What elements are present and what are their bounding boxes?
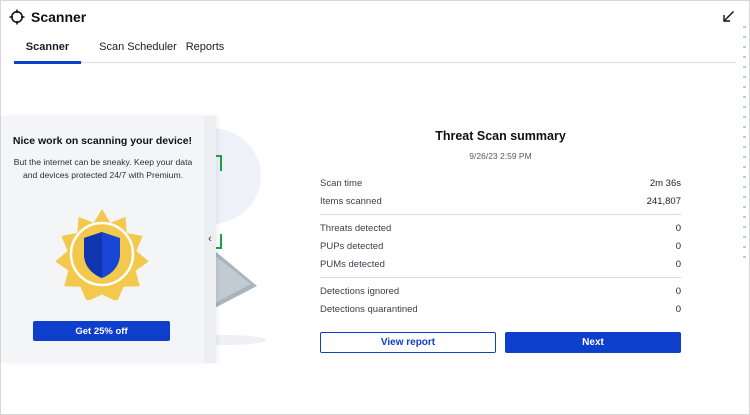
summary-row-pups: PUPs detected 0 — [320, 241, 681, 255]
chevron-left-icon: ‹ — [208, 233, 212, 245]
divider — [320, 277, 681, 278]
tab-label: Scanner — [25, 41, 70, 53]
summary-row-pums: PUMs detected 0 — [320, 259, 681, 273]
tab-label: Scan Scheduler — [99, 41, 177, 53]
tab-scanner[interactable]: Scanner — [14, 41, 81, 64]
crosshair-icon — [9, 9, 25, 25]
summary-date: 9/26/23 2:59 PM — [469, 151, 532, 161]
scrollbar[interactable] — [743, 26, 747, 266]
summary-row-quarantined: Detections quarantined 0 — [320, 304, 681, 318]
row-label: Detections quarantined — [320, 304, 418, 315]
row-label: PUMs detected — [320, 259, 385, 270]
arrow-down-left-icon[interactable] — [722, 10, 735, 23]
scan-summary: Threat Scan summary 9/26/23 2:59 PM Scan… — [320, 129, 681, 353]
summary-row-scan-time: Scan time 2m 36s — [320, 178, 681, 192]
collapse-panel-handle[interactable]: ‹ — [204, 116, 216, 363]
row-label: Detections ignored — [320, 286, 400, 297]
row-label: Items scanned — [320, 196, 382, 207]
tab-label: Reports — [185, 41, 225, 53]
tab-scan-scheduler[interactable]: Scan Scheduler — [92, 41, 184, 62]
row-label: PUPs detected — [320, 241, 384, 252]
row-value: 2m 36s — [649, 178, 681, 189]
row-value: 0 — [675, 241, 681, 252]
divider — [320, 214, 681, 215]
summary-row-threats: Threats detected 0 — [320, 223, 681, 237]
row-value: 241,807 — [646, 196, 681, 207]
row-value: 0 — [675, 259, 681, 270]
title-bar: Scanner — [1, 1, 749, 33]
promo-title: Nice work on scanning your device! — [12, 135, 193, 147]
row-label: Scan time — [320, 178, 363, 189]
shield-badge-icon — [56, 209, 148, 300]
row-label: Threats detected — [320, 223, 392, 234]
promo-body: But the internet can be sneaky. Keep you… — [13, 157, 193, 180]
get-discount-button[interactable]: Get 25% off — [33, 321, 170, 341]
summary-title: Threat Scan summary — [435, 129, 566, 143]
summary-row-items-scanned: Items scanned 241,807 — [320, 196, 681, 210]
promo-panel: Nice work on scanning your device! But t… — [1, 116, 216, 363]
row-value: 0 — [675, 286, 681, 297]
tab-reports[interactable]: Reports — [184, 41, 226, 62]
row-value: 0 — [675, 223, 681, 234]
tab-bar: Scanner Scan Scheduler Reports — [14, 41, 736, 64]
scanner-window: Scanner Scanner Scan Scheduler Reports N… — [0, 0, 750, 415]
next-button[interactable]: Next — [505, 332, 681, 353]
row-value: 0 — [675, 304, 681, 315]
summary-row-ignored: Detections ignored 0 — [320, 286, 681, 300]
view-report-button[interactable]: View report — [320, 332, 496, 353]
app-title: Scanner — [31, 9, 87, 25]
